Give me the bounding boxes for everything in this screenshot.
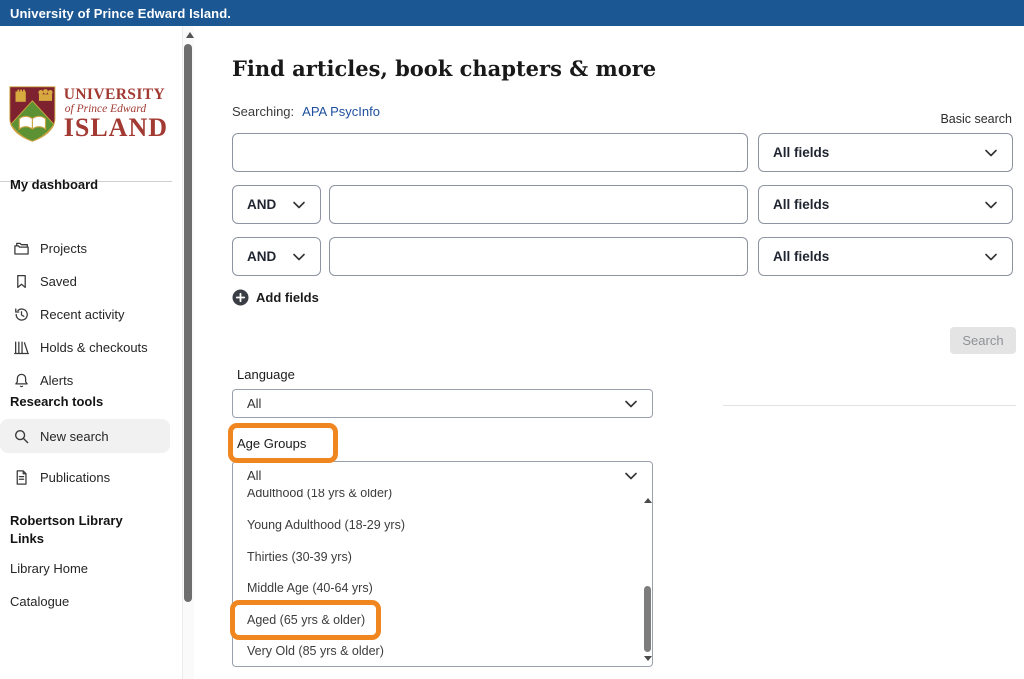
library-shelf-icon: [13, 339, 30, 356]
field-scope-select-1[interactable]: All fields: [758, 133, 1013, 172]
field-scope-value: All fields: [773, 197, 829, 212]
basic-search-link[interactable]: Basic search: [940, 112, 1012, 126]
search-icon: [13, 428, 30, 445]
sidebar-item-alerts[interactable]: Alerts: [0, 365, 170, 395]
sidebar-item-label: Saved: [40, 274, 77, 289]
chevron-down-icon: [292, 250, 306, 264]
add-fields-button[interactable]: Add fields: [232, 289, 319, 306]
upei-logo-text: UNIVERSITY of Prince Edward ISLAND: [64, 87, 168, 141]
add-fields-label: Add fields: [256, 290, 319, 305]
chevron-down-icon: [984, 250, 998, 264]
sidebar-item-publications[interactable]: Publications: [0, 462, 170, 492]
chevron-down-icon: [984, 146, 998, 160]
database-link[interactable]: APA PsycInfo: [302, 104, 380, 119]
sidebar-item-label: New search: [40, 429, 109, 444]
sidebar-item-library-home[interactable]: Library Home: [10, 561, 88, 576]
chevron-down-icon: [624, 469, 638, 483]
page-scrollbar-thumb[interactable]: [184, 44, 192, 602]
top-banner: University of Prince Edward Island.: [0, 0, 1024, 26]
field-scope-select-2[interactable]: All fields: [758, 185, 1013, 224]
sidebar-item-new-search[interactable]: New search: [0, 419, 170, 453]
dashboard-heading: My dashboard: [10, 177, 98, 192]
page-title: Find articles, book chapters & more: [232, 56, 656, 81]
dropdown-scrollbar-thumb[interactable]: [644, 586, 651, 652]
research-tools-heading: Research tools: [10, 394, 103, 409]
age-groups-dropdown: Adulthood (18 yrs & older) Young Adultho…: [232, 489, 653, 667]
searching-label: Searching:: [232, 104, 294, 119]
age-groups-select[interactable]: All: [232, 461, 653, 490]
dropdown-scroll-up-arrow-icon[interactable]: [644, 498, 652, 503]
language-select[interactable]: All: [232, 389, 653, 418]
operator-select-1[interactable]: AND: [232, 185, 321, 224]
sidebar-item-label: Projects: [40, 241, 87, 256]
operator-value: AND: [247, 197, 276, 212]
bell-icon: [13, 372, 30, 389]
sidebar-item-projects[interactable]: Projects: [0, 233, 170, 263]
age-option-young-adulthood[interactable]: Young Adulthood (18-29 yrs): [247, 518, 405, 532]
sidebar-item-saved[interactable]: Saved: [0, 266, 170, 296]
operator-select-2[interactable]: AND: [232, 237, 321, 276]
age-groups-value: All: [247, 468, 261, 483]
searching-line: Searching: APA PsycInfo: [232, 104, 380, 119]
age-option-very-old[interactable]: Very Old (85 yrs & older): [247, 644, 384, 658]
page: University of Prince Edward Island. UNIV…: [0, 0, 1024, 679]
age-option-thirties[interactable]: Thirties (30-39 yrs): [247, 550, 352, 564]
chevron-down-icon: [984, 198, 998, 212]
sidebar: UNIVERSITY of Prince Edward ISLAND My da…: [0, 26, 178, 679]
sidebar-item-label: Recent activity: [40, 307, 125, 322]
field-scope-value: All fields: [773, 145, 829, 160]
search-input-3[interactable]: [329, 237, 748, 276]
sidebar-item-catalogue[interactable]: Catalogue: [10, 594, 69, 609]
sidebar-item-recent-activity[interactable]: Recent activity: [0, 299, 170, 329]
dropdown-scroll-down-arrow-icon[interactable]: [644, 656, 652, 661]
plus-circle-icon: [232, 289, 249, 306]
search-button[interactable]: Search: [950, 327, 1016, 354]
search-input-1[interactable]: [232, 133, 748, 172]
sidebar-item-label: Alerts: [40, 373, 73, 388]
annotation-aged-option-highlight: [230, 600, 381, 640]
language-value: All: [247, 396, 261, 411]
field-scope-value: All fields: [773, 249, 829, 264]
upei-crest-icon: [8, 83, 57, 145]
sidebar-item-label: Holds & checkouts: [40, 340, 148, 355]
age-option-adulthood[interactable]: Adulthood (18 yrs & older): [247, 489, 392, 500]
institution-title: University of Prince Edward Island.: [0, 6, 231, 21]
scroll-up-arrow-icon[interactable]: [186, 32, 194, 38]
chevron-down-icon: [624, 397, 638, 411]
age-option-middle-age[interactable]: Middle Age (40-64 yrs): [247, 581, 373, 595]
document-icon: [13, 469, 30, 486]
search-input-2[interactable]: [329, 185, 748, 224]
sidebar-item-holds-checkouts[interactable]: Holds & checkouts: [0, 332, 170, 362]
upei-logo: UNIVERSITY of Prince Edward ISLAND: [8, 76, 168, 152]
chevron-down-icon: [292, 198, 306, 212]
history-icon: [13, 306, 30, 323]
language-label: Language: [237, 367, 295, 382]
field-scope-select-3[interactable]: All fields: [758, 237, 1013, 276]
annotation-age-groups-highlight: [228, 423, 338, 463]
operator-value: AND: [247, 249, 276, 264]
bookmark-icon: [13, 273, 30, 290]
library-links-heading: Robertson Library Links: [10, 512, 130, 547]
sidebar-item-label: Publications: [40, 470, 110, 485]
section-divider: [723, 405, 1016, 406]
projects-folder-icon: [13, 240, 30, 257]
